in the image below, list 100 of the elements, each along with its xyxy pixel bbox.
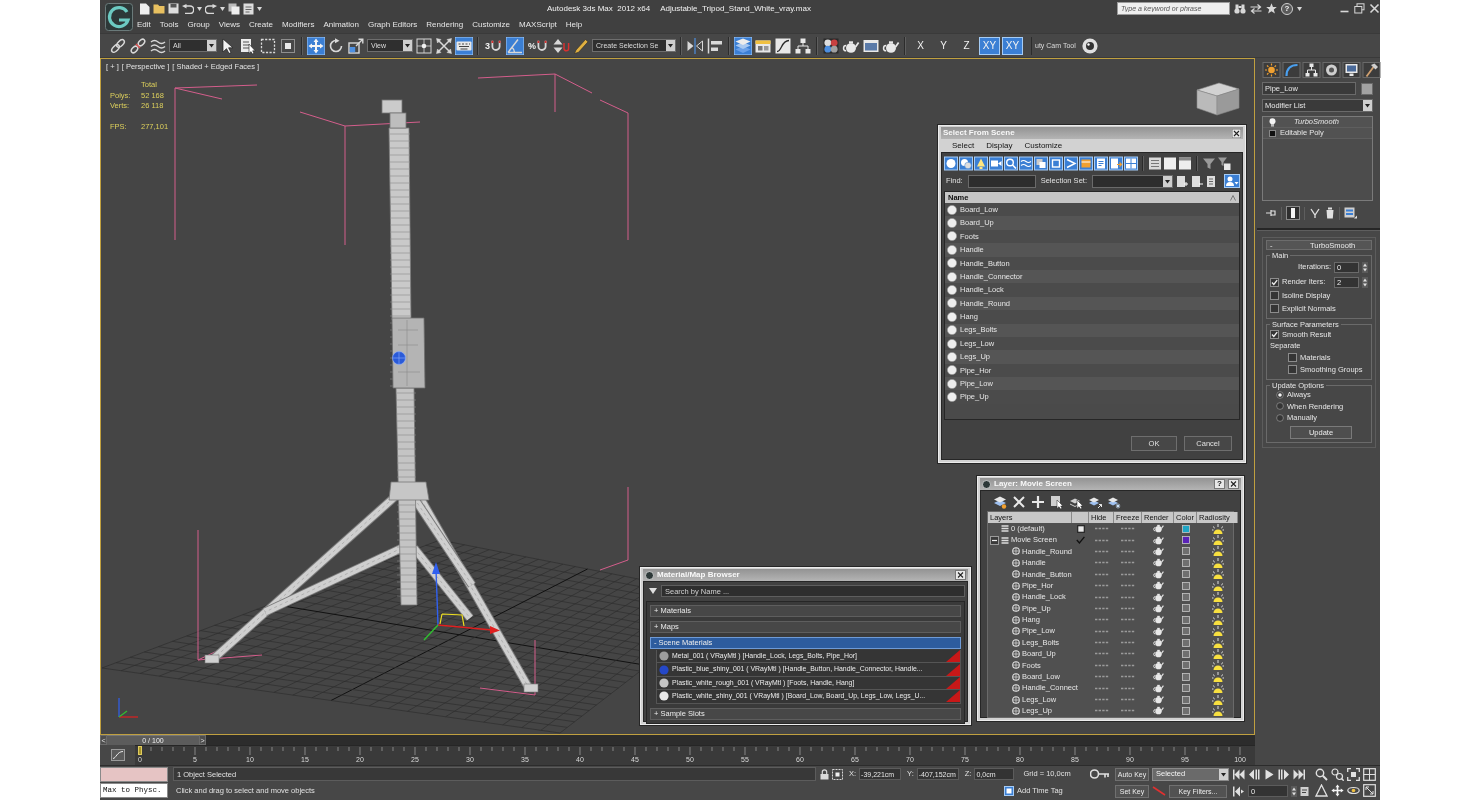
menu-item[interactable]: Help bbox=[565, 21, 583, 29]
selection-set-dropdown[interactable] bbox=[1091, 174, 1173, 188]
teapot-icon[interactable] bbox=[1152, 660, 1164, 670]
camera-icon[interactable] bbox=[989, 156, 1003, 171]
lens-icon[interactable] bbox=[1080, 36, 1099, 55]
menu-item[interactable]: Tools bbox=[159, 21, 179, 29]
document-icon[interactable] bbox=[139, 2, 150, 15]
app-logo-icon[interactable] bbox=[104, 2, 133, 31]
wheel-icon[interactable] bbox=[1322, 62, 1341, 78]
help-button[interactable]: ? bbox=[1214, 479, 1225, 489]
dash-icon[interactable] bbox=[1121, 584, 1135, 588]
fork-icon[interactable] bbox=[1309, 207, 1321, 219]
close-icon[interactable] bbox=[955, 570, 966, 580]
snap-toggle[interactable]: % bbox=[526, 36, 551, 55]
page-icon[interactable] bbox=[1094, 156, 1108, 171]
curve-box-icon[interactable] bbox=[110, 749, 125, 761]
package-icon[interactable] bbox=[1079, 156, 1093, 171]
lamp-icon[interactable] bbox=[974, 156, 988, 171]
dash-icon[interactable] bbox=[1094, 675, 1109, 679]
color-swatch[interactable] bbox=[1181, 638, 1190, 647]
bar-icon[interactable] bbox=[1286, 206, 1300, 220]
sphere-icon[interactable] bbox=[944, 156, 958, 171]
stack-snowflake-icon[interactable] bbox=[1107, 495, 1121, 509]
play-icon[interactable] bbox=[1263, 768, 1275, 780]
axis-constraint-button[interactable]: Y bbox=[933, 36, 955, 55]
sun-icon[interactable] bbox=[1211, 705, 1224, 716]
caret-icon[interactable] bbox=[207, 40, 216, 51]
sun-icon[interactable] bbox=[1262, 62, 1281, 78]
teapot-icon[interactable] bbox=[1152, 649, 1164, 659]
square-in-square-icon[interactable] bbox=[1004, 786, 1014, 796]
caret-icon[interactable] bbox=[257, 6, 262, 11]
orbit-icon[interactable] bbox=[1347, 784, 1360, 797]
graph-icon[interactable] bbox=[774, 36, 793, 55]
list-cursor-icon[interactable] bbox=[239, 36, 257, 55]
sun-icon[interactable] bbox=[1211, 569, 1224, 580]
next-frame-icon[interactable] bbox=[1278, 768, 1290, 780]
undo-icon[interactable] bbox=[182, 3, 194, 14]
go-to-start-icon[interactable] bbox=[1233, 768, 1245, 780]
menu-item[interactable]: Group bbox=[187, 21, 210, 29]
teapot-icon[interactable] bbox=[1152, 683, 1164, 693]
triangle-outline-icon[interactable] bbox=[1315, 784, 1328, 797]
menu-item[interactable]: Customize bbox=[472, 21, 511, 29]
dashed-rectangle-icon[interactable] bbox=[259, 36, 277, 55]
sun-icon[interactable] bbox=[1211, 694, 1224, 705]
cross-icon[interactable] bbox=[1012, 495, 1026, 509]
dash-icon[interactable] bbox=[1094, 641, 1109, 645]
funnel-list-icon[interactable] bbox=[1217, 156, 1231, 171]
align-icon[interactable] bbox=[706, 36, 725, 55]
stacked-pages-icon[interactable] bbox=[228, 2, 240, 15]
sun-icon[interactable] bbox=[1211, 603, 1224, 614]
color-swatch[interactable] bbox=[1181, 672, 1190, 681]
key-icon[interactable] bbox=[1090, 769, 1110, 779]
dash-icon[interactable] bbox=[1094, 606, 1109, 610]
square-icon[interactable] bbox=[1269, 129, 1276, 137]
close-icon[interactable] bbox=[1228, 479, 1239, 489]
spinner-arrows-icon[interactable] bbox=[1362, 261, 1368, 273]
dash-icon[interactable] bbox=[1094, 698, 1109, 702]
stacked-squares-icon[interactable] bbox=[1034, 156, 1048, 171]
page-minus-icon[interactable] bbox=[1191, 174, 1203, 188]
sun-icon[interactable] bbox=[1211, 592, 1224, 603]
dash-icon[interactable] bbox=[1094, 527, 1109, 531]
listener-field[interactable] bbox=[100, 767, 168, 782]
dash-icon[interactable] bbox=[1094, 629, 1109, 633]
color-swatch[interactable] bbox=[1181, 536, 1190, 545]
broken-chain-icon[interactable] bbox=[129, 36, 147, 55]
move-arrows-icon[interactable] bbox=[307, 36, 325, 55]
cursor-page-icon[interactable] bbox=[1050, 495, 1064, 509]
dash-icon[interactable] bbox=[1094, 572, 1109, 576]
keyboard-icon[interactable] bbox=[455, 36, 473, 55]
rotate-icon[interactable] bbox=[327, 36, 345, 55]
dash-icon[interactable] bbox=[1121, 527, 1135, 531]
teapot-icon[interactable] bbox=[1152, 672, 1164, 682]
color-swatch[interactable] bbox=[1181, 627, 1190, 636]
layer-star-icon[interactable] bbox=[993, 495, 1007, 509]
radio-button[interactable] bbox=[1276, 413, 1284, 422]
teapot-icon[interactable] bbox=[1152, 592, 1164, 602]
teapot-icon[interactable] bbox=[1152, 626, 1164, 636]
help-button[interactable]: ? bbox=[1281, 2, 1293, 15]
teapot-icon[interactable] bbox=[1152, 569, 1164, 579]
dash-icon[interactable] bbox=[1121, 538, 1135, 542]
color-swatch[interactable] bbox=[1181, 570, 1190, 579]
angle-icon[interactable] bbox=[506, 36, 524, 55]
axis-constraint-button[interactable]: Z bbox=[956, 36, 978, 55]
page-lines-icon[interactable] bbox=[1206, 174, 1218, 188]
sun-icon[interactable] bbox=[1211, 535, 1224, 546]
current-frame-marker[interactable] bbox=[138, 746, 142, 755]
color-swatch[interactable] bbox=[1181, 581, 1190, 590]
scale-icon[interactable] bbox=[347, 36, 365, 55]
bin-icon[interactable] bbox=[1325, 207, 1335, 219]
dotted-rectangle-icon[interactable] bbox=[279, 36, 297, 55]
color-swatch[interactable] bbox=[1181, 706, 1190, 715]
axis-constraint-button[interactable]: XY bbox=[1002, 36, 1024, 55]
checkbox[interactable] bbox=[1288, 353, 1297, 362]
dash-icon[interactable] bbox=[1121, 709, 1135, 713]
teapot-icon[interactable] bbox=[1152, 546, 1164, 556]
menu-item[interactable]: Display bbox=[986, 141, 1013, 150]
sun-icon[interactable] bbox=[1211, 626, 1224, 637]
menu-item[interactable]: Edit bbox=[137, 21, 151, 29]
light-bulb-icon[interactable] bbox=[1269, 117, 1276, 127]
dotted-square-icon[interactable] bbox=[832, 768, 843, 780]
